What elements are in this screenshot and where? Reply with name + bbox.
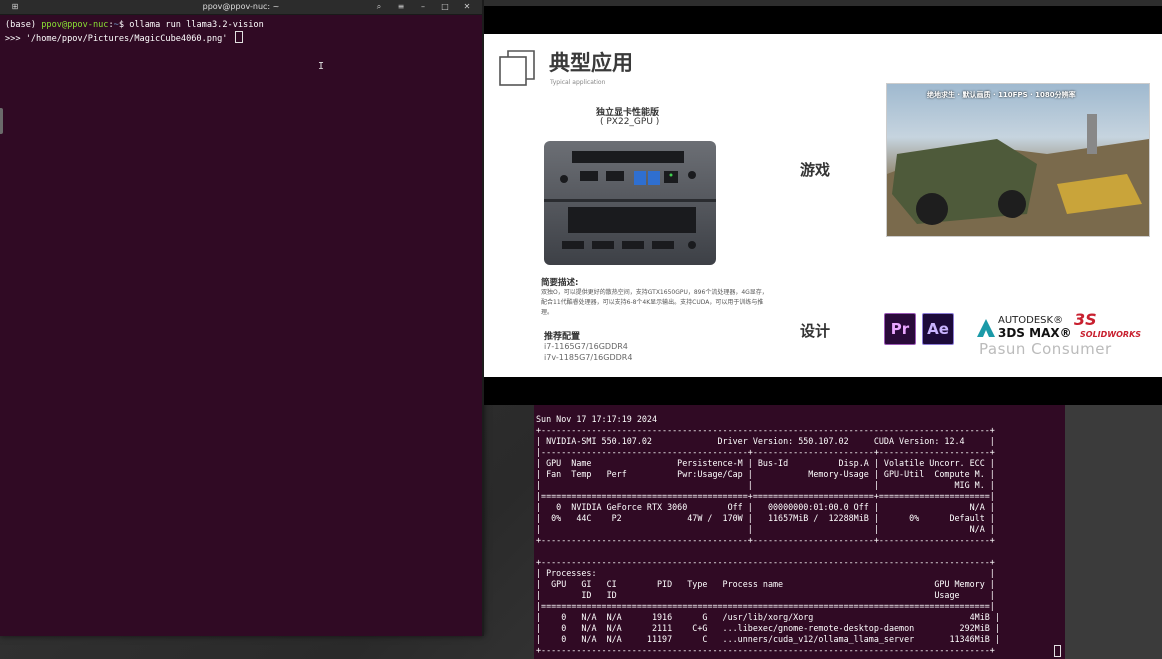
smi-line: | ID ID Usage | [536, 590, 995, 600]
game-caption: 绝地求生 · 默认画质 · 110FPS · 1080分辨率 [927, 91, 1076, 99]
premiere-pro-logo-icon: Pr [884, 313, 916, 345]
ollama-input-line[interactable]: >>> '/home/ppov/Pictures/MagicCube4060.p… [5, 34, 233, 44]
smi-line: | NVIDIA-SMI 550.107.02 Driver Version: … [536, 436, 995, 446]
mini-pc-device-image [544, 141, 716, 265]
smi-line: +---------------------------------------… [536, 557, 995, 567]
smi-line: Sun Nov 17 17:17:19 2024 [536, 414, 658, 424]
category-game: 游戏 [800, 161, 831, 179]
menu-icon[interactable]: ≡ [392, 0, 410, 14]
smi-line: | GPU GI CI PID Type Process name GPU Me… [536, 579, 995, 589]
autodesk-logo-icon [977, 319, 995, 337]
close-icon[interactable]: ✕ [458, 0, 476, 14]
prompt-dollar: $ [118, 20, 130, 30]
smi-line: | | | MIG M. | [536, 480, 995, 490]
text-cursor [1054, 645, 1061, 657]
mouse-ibeam-cursor-icon: I [318, 61, 325, 72]
text-cursor [234, 31, 243, 43]
command-text: ollama run llama3.2-vision [129, 20, 264, 30]
smi-line: |---------------------------------------… [536, 447, 995, 457]
dock-edge-handle[interactable] [0, 108, 3, 134]
3dsmax-text: 3DS MAX® [998, 326, 1072, 340]
bracket-logo-icon [499, 50, 535, 86]
smi-line: +---------------------------------------… [536, 425, 995, 435]
nvidia-smi-output[interactable]: Sun Nov 17 17:17:19 2024 +--------------… [536, 414, 1000, 656]
config-line: i7v-1185G7/16GDDR4 [544, 353, 633, 362]
config-line: i7-1165G7/16GDDR4 [544, 342, 628, 351]
smi-line: | 0 N/A N/A 1916 G /usr/lib/xorg/Xorg 4M… [536, 612, 1000, 622]
smi-line: | 0% 44C P2 47W / 170W | 11657MiB / 1228… [536, 513, 995, 523]
smi-line: | 0 N/A N/A 2111 C+G ...libexec/gnome-re… [536, 623, 1000, 633]
solidworks-text: SOLIDWORKS [1080, 330, 1142, 339]
search-icon[interactable]: ⌕ [370, 0, 388, 14]
game-screenshot-image: 绝地求生 · 默认画质 · 110FPS · 1080分辨率 [886, 83, 1150, 237]
autodesk-text: AUTODESK® [998, 315, 1064, 326]
after-effects-logo-icon: Ae [922, 313, 954, 345]
watermark: Pasun Consumer [979, 340, 1112, 358]
smi-line: |=======================================… [536, 491, 995, 501]
smi-line: | Processes: | [536, 568, 995, 578]
terminal-output[interactable]: (base) ppov@ppov-nuc:~$ ollama run llama… [0, 15, 482, 45]
slide-title: 典型应用 [549, 51, 633, 75]
maximize-icon[interactable]: □ [436, 0, 454, 14]
gpu-model-label: ( PX22_GPU ) [600, 117, 660, 127]
slide-subtitle: Typical application [550, 79, 606, 86]
terminal-window-ollama[interactable]: ⊞ ppov@ppov-nuc: ~ ⌕ ≡ – □ ✕ (base) ppov… [0, 0, 484, 636]
description-heading: 简要描述: [541, 278, 579, 288]
slide-image: 典型应用 Typical application 独立显卡性能版 ( PX22_… [484, 34, 1162, 377]
viewer-topbar [484, 0, 1162, 6]
smi-line: +---------------------------------------… [536, 645, 995, 655]
description-text: 双独O，可以提供更好的散热空间，支持GTX1650GPU，896个流处理器，4G… [541, 289, 768, 316]
terminal-window-nvidia-smi[interactable]: Sun Nov 17 17:17:19 2024 +--------------… [534, 405, 1065, 659]
smi-line: | GPU Name Persistence-M | Bus-Id Disp.A… [536, 458, 995, 468]
smi-line: |=======================================… [536, 601, 995, 611]
smi-line: | Fan Temp Perf Pwr:Usage/Cap | Memory-U… [536, 469, 995, 479]
smi-line: +---------------------------------------… [536, 535, 995, 545]
config-heading: 推荐配置 [544, 332, 581, 342]
image-viewer-window[interactable]: 典型应用 Typical application 独立显卡性能版 ( PX22_… [484, 0, 1162, 405]
game-scene-illustration [887, 114, 1149, 236]
conda-env: (base) [5, 20, 42, 30]
solidworks-logo-icon: 3S [1074, 310, 1097, 329]
smi-line: | 0 N/A N/A 11197 C ...unners/cuda_v12/o… [536, 634, 1000, 644]
smi-line: | | | N/A | [536, 524, 995, 534]
terminal-titlebar[interactable]: ⊞ ppov@ppov-nuc: ~ ⌕ ≡ – □ ✕ [0, 0, 482, 15]
desktop-strip [1065, 405, 1162, 659]
prompt-user: ppov@ppov-nuc [41, 20, 109, 30]
category-design: 设计 [800, 322, 831, 340]
minimize-icon[interactable]: – [414, 0, 432, 14]
smi-line: | 0 NVIDIA GeForce RTX 3060 Off | 000000… [536, 502, 995, 512]
